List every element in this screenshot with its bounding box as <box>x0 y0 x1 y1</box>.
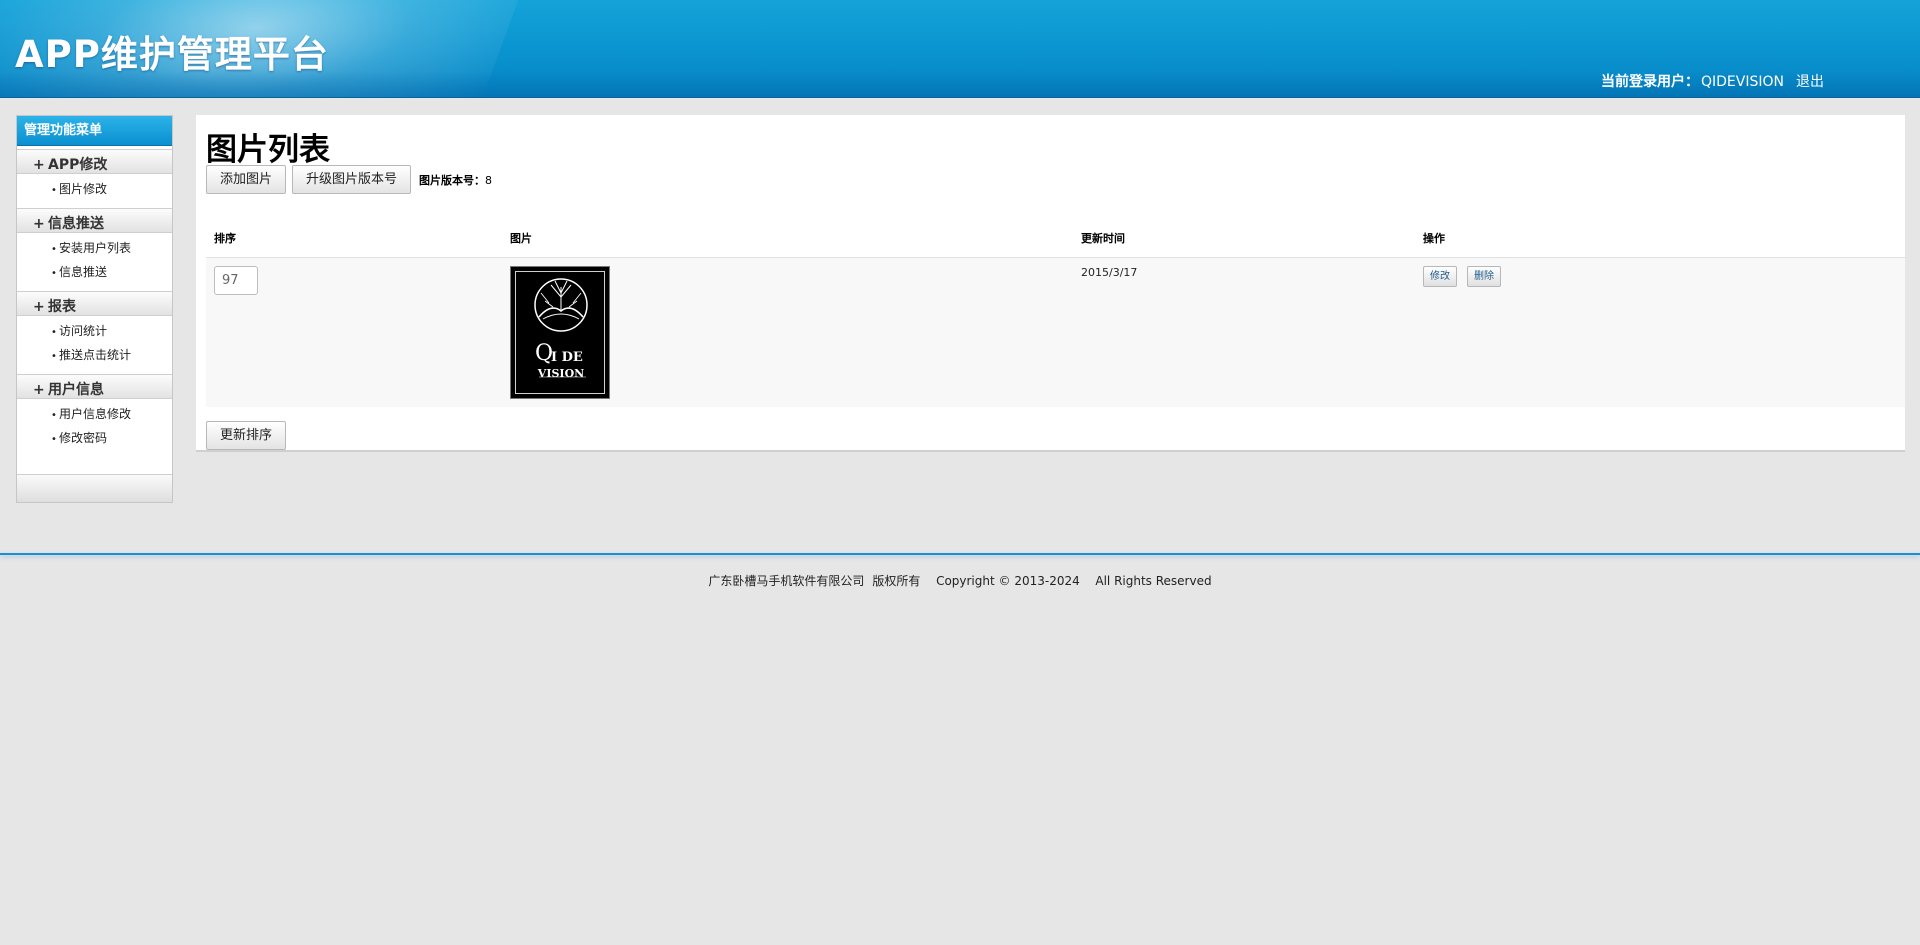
update-sort-button[interactable]: 更新排序 <box>206 421 287 450</box>
menu-item-user-edit[interactable]: • 用户信息修改 <box>17 402 172 426</box>
menu-item-label: 用户信息修改 <box>59 407 132 421</box>
bullet-icon: • <box>51 185 57 196</box>
menu-group-label: APP修改 <box>48 157 108 173</box>
menu-item-image-edit[interactable]: • 图片修改 <box>17 177 172 201</box>
footer-rights-en: All Rights Reserved <box>1095 574 1212 588</box>
menu-item-visit-stats[interactable]: • 访问统计 <box>17 319 172 343</box>
menu-item-change-password[interactable]: • 修改密码 <box>17 426 172 450</box>
version-value: 8 <box>485 174 492 187</box>
footer-divider <box>0 553 1920 555</box>
menu-group-label: 信息推送 <box>48 216 104 232</box>
image-thumbnail: Q I DE VISION <box>510 265 610 399</box>
order-cell <box>206 257 502 407</box>
updated-cell: 2015/3/17 <box>1073 257 1415 407</box>
sidebar-footer <box>17 474 172 502</box>
menu-item-info-push[interactable]: • 信息推送 <box>17 260 172 284</box>
user-bar: 当前登录用户： QIDEVISION 退出 <box>1601 71 1824 91</box>
menu-item-push-click-stats[interactable]: • 推送点击统计 <box>17 343 172 367</box>
main-panel: 图片列表 添加图片 升级图片版本号 图片版本号：8 排序 图片 更新时间 操作 <box>196 115 1905 452</box>
order-input[interactable] <box>214 265 258 295</box>
table-row: Q I DE VISION 2015/3/17 修改删除 <box>206 257 1905 407</box>
menu-group-user-info[interactable]: + 用户信息 <box>17 374 172 399</box>
upgrade-version-button[interactable]: 升级图片版本号 <box>292 165 412 194</box>
image-version-label: 图片版本号：8 <box>419 172 492 188</box>
sidebar-title: 管理功能菜单 <box>17 116 172 146</box>
app-title: APP维护管理平台 <box>15 33 329 76</box>
page-title: 图片列表 <box>206 132 330 168</box>
logo-text-line1: I DE <box>551 349 583 365</box>
version-label-text: 图片版本号： <box>419 174 485 187</box>
col-header-image: 图片 <box>502 219 1073 258</box>
bullet-icon: • <box>51 244 57 255</box>
image-cell: Q I DE VISION <box>502 257 1073 407</box>
menu-group-label: 用户信息 <box>48 382 104 398</box>
menu-item-label: 信息推送 <box>59 265 108 279</box>
footer-company: 广东卧槽马手机软件有限公司 <box>708 574 865 588</box>
menu-item-label: 推送点击统计 <box>59 348 132 362</box>
menu-item-install-users[interactable]: • 安装用户列表 <box>17 236 172 260</box>
menu-group-reports[interactable]: + 报表 <box>17 291 172 316</box>
edit-button[interactable]: 修改 <box>1423 265 1457 287</box>
bullet-icon: • <box>51 268 57 279</box>
actions-cell: 修改 删除 <box>1415 257 1905 407</box>
table-header-row: 排序 图片 更新时间 操作 <box>206 219 1905 258</box>
current-username: QIDEVISION <box>1701 74 1784 90</box>
menu-item-label: 图片修改 <box>59 182 108 196</box>
expand-icon: + <box>33 382 45 398</box>
menu-item-label: 安装用户列表 <box>59 241 132 255</box>
menu-item-label: 修改密码 <box>59 431 108 445</box>
menu-group-push[interactable]: + 信息推送 <box>17 208 172 233</box>
col-header-order: 排序 <box>206 219 502 258</box>
footer-copyright: 广东卧槽马手机软件有限公司 版权所有 Copyright © 2013-2024 … <box>0 572 1920 589</box>
expand-icon: + <box>33 157 45 173</box>
delete-button[interactable]: 删除 <box>1467 265 1501 287</box>
current-user-label: 当前登录用户： <box>1601 74 1699 90</box>
menu-group-label: 报表 <box>48 299 76 315</box>
image-table: 排序 图片 更新时间 操作 97 Q I DE VISION 2015/3/17… <box>206 219 1905 407</box>
expand-icon: + <box>33 299 45 315</box>
menu-item-label: 访问统计 <box>59 324 108 338</box>
bullet-icon: • <box>51 327 57 338</box>
tree-logo-icon <box>534 277 588 377</box>
col-header-actions: 操作 <box>1415 219 1905 258</box>
bullet-icon: • <box>51 351 57 362</box>
footer-rights-cn: 版权所有 <box>872 574 921 588</box>
footer-copyright-text: Copyright © 2013-2024 <box>936 574 1080 588</box>
bullet-icon: • <box>51 410 57 421</box>
menu-group-app[interactable]: + APP修改 <box>17 149 172 174</box>
add-image-button[interactable]: 添加图片 <box>206 165 287 194</box>
sidebar-menu: 管理功能菜单 + APP修改 • 图片修改 + 信息推送 • 安装用户列表 • 信息推送 … <box>16 115 173 503</box>
logout-link[interactable]: 退出 <box>1796 74 1824 90</box>
bullet-icon: • <box>51 434 57 445</box>
app-header: APP维护管理平台 当前登录用户： QIDEVISION 退出 <box>0 0 1920 98</box>
expand-icon: + <box>33 216 45 232</box>
col-header-updated: 更新时间 <box>1073 219 1415 258</box>
logo-text-line2: VISION <box>537 366 585 380</box>
